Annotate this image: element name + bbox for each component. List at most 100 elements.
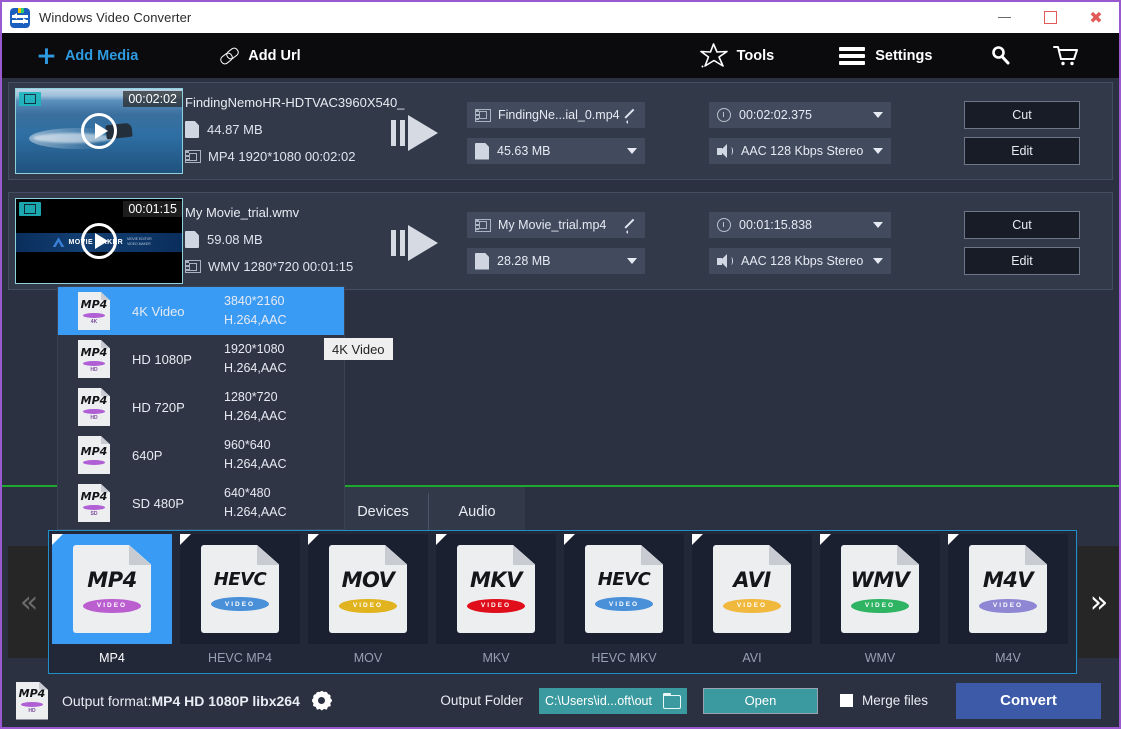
source-filename: My Movie_trial.wmv bbox=[185, 205, 353, 220]
play-button[interactable] bbox=[81, 223, 117, 259]
source-size: 59.08 MB bbox=[207, 232, 263, 247]
format-strip: MP4 VIDEO MP4 HEVC VIDEO HEVC MP4 bbox=[48, 530, 1077, 674]
format-card-hevc-mkv[interactable]: HEVC VIDEO HEVC MKV bbox=[564, 534, 684, 672]
add-url-button[interactable]: Add Url bbox=[220, 33, 300, 78]
preset-item-hd-720p[interactable]: MP4 HD HD 720P 1280*720 H.264,AAC bbox=[58, 383, 344, 431]
format-card-mp4[interactable]: MP4 VIDEO MP4 bbox=[52, 534, 172, 672]
preset-spec: 960*640 H.264,AAC bbox=[224, 436, 287, 475]
format-label: WMV bbox=[820, 651, 940, 665]
close-button[interactable]: ✖ bbox=[1073, 2, 1119, 33]
edit-pencil-icon[interactable] bbox=[624, 219, 637, 232]
format-ext-text: HEVC bbox=[598, 569, 651, 590]
preset-item-hd-1080p[interactable]: MP4 HD HD 1080P 1920*1080 H.264,AAC bbox=[58, 335, 344, 383]
file-icon: WMV VIDEO bbox=[841, 545, 919, 633]
settings-button[interactable]: Settings bbox=[839, 33, 932, 78]
format-tile: MKV VIDEO bbox=[436, 534, 556, 644]
file-icon: MP4 SD bbox=[78, 484, 110, 522]
output-duration-dropdown[interactable]: 00:02:02.375 bbox=[709, 102, 891, 128]
output-format-icon: MP4 HD bbox=[16, 682, 48, 720]
output-duration-dropdown[interactable]: 00:01:15.838 bbox=[709, 212, 891, 238]
output-audio-dropdown[interactable]: AAC 128 Kbps Stereo bbox=[709, 138, 891, 164]
format-card-mkv[interactable]: MKV VIDEO MKV bbox=[436, 534, 556, 672]
file-icon: MKV VIDEO bbox=[457, 545, 535, 633]
cart-icon bbox=[1053, 44, 1079, 68]
main-toolbar: + Add Media Add Url Tools Settings bbox=[2, 33, 1119, 78]
next-formats-button[interactable]: » bbox=[1078, 546, 1120, 658]
format-card-wmv[interactable]: WMV VIDEO WMV bbox=[820, 534, 940, 672]
add-media-button[interactable]: + Add Media bbox=[36, 33, 138, 78]
search-button[interactable] bbox=[987, 42, 1015, 70]
format-ext-text: MKV bbox=[470, 568, 522, 592]
format-tile: HEVC VIDEO bbox=[564, 534, 684, 644]
edit-pencil-icon[interactable] bbox=[624, 109, 637, 122]
preset-resolution: 1280*720 bbox=[224, 388, 287, 407]
format-card-hevc-mp4[interactable]: HEVC VIDEO HEVC MP4 bbox=[180, 534, 300, 672]
cut-button[interactable]: Cut bbox=[964, 211, 1080, 239]
source-filename: FindingNemoHR-HDTVAC3960X540_ bbox=[185, 95, 404, 110]
format-tile: WMV VIDEO bbox=[820, 534, 940, 644]
tools-label: Tools bbox=[737, 48, 775, 64]
video-thumbnail[interactable]: MOVIE MAKER MOVIE EDITORVIDEO MAKER 00:0… bbox=[15, 198, 183, 284]
format-card-mov[interactable]: MOV VIDEO MOV bbox=[308, 534, 428, 672]
output-path-field[interactable]: C:\Users\id...oft\out bbox=[539, 688, 687, 714]
cart-button[interactable] bbox=[1052, 42, 1080, 70]
folder-icon[interactable] bbox=[663, 693, 681, 708]
preset-spec: 1920*1080 H.264,AAC bbox=[224, 340, 287, 379]
film-badge-icon bbox=[19, 202, 41, 216]
add-url-label: Add Url bbox=[248, 48, 300, 64]
format-label: AVI bbox=[692, 651, 812, 665]
tools-button[interactable]: Tools bbox=[699, 33, 775, 78]
format-ext-text: M4V bbox=[983, 568, 1033, 592]
source-info: FindingNemoHR-HDTVAC3960X540_ 44.87 MB M… bbox=[185, 95, 404, 164]
cut-button[interactable]: Cut bbox=[964, 101, 1080, 129]
output-audio-dropdown[interactable]: AAC 128 Kbps Stereo bbox=[709, 248, 891, 274]
play-button[interactable] bbox=[81, 113, 117, 149]
source-size: 44.87 MB bbox=[207, 122, 263, 137]
output-name-field[interactable]: FindingNe...ial_0.mp4 bbox=[467, 102, 645, 128]
edit-button[interactable]: Edit bbox=[964, 137, 1080, 165]
source-spec-line: MP4 1920*1080 00:02:02 bbox=[185, 149, 404, 164]
maximize-button[interactable] bbox=[1027, 2, 1073, 33]
chevron-down-icon bbox=[873, 148, 883, 154]
media-row[interactable]: 00:02:02 FindingNemoHR-HDTVAC3960X540_ 4… bbox=[8, 82, 1113, 180]
preset-name: 640P bbox=[132, 448, 224, 463]
source-size-line: 59.08 MB bbox=[185, 231, 353, 248]
format-tile: MP4 VIDEO bbox=[52, 534, 172, 644]
output-name-field[interactable]: My Movie_trial.mp4 bbox=[467, 212, 645, 238]
output-size-dropdown[interactable]: 45.63 MB bbox=[467, 138, 645, 164]
preset-item-sd-480p[interactable]: MP4 SD SD 480P 640*480 H.264,AAC bbox=[58, 479, 344, 527]
output-format-text[interactable]: Output format:MP4 HD 1080P libx264 bbox=[62, 693, 300, 709]
format-pill: VIDEO bbox=[979, 599, 1037, 613]
preset-name: HD 720P bbox=[132, 400, 224, 415]
edit-button[interactable]: Edit bbox=[964, 247, 1080, 275]
tab-separator bbox=[428, 493, 429, 531]
convert-button[interactable]: Convert bbox=[956, 683, 1101, 719]
video-thumbnail[interactable]: 00:02:02 bbox=[15, 88, 183, 174]
thumbnail-duration: 00:01:15 bbox=[123, 201, 182, 217]
link-icon bbox=[220, 48, 239, 64]
preset-dropdown-menu[interactable]: MP4 4K 4K Video 3840*2160 H.264,AAC MP4 … bbox=[57, 286, 345, 530]
source-size-line: 44.87 MB bbox=[185, 121, 404, 138]
chevron-down-icon bbox=[873, 258, 883, 264]
merge-files-checkbox[interactable]: Merge files bbox=[840, 693, 928, 708]
preset-resolution: 640*480 bbox=[224, 484, 287, 503]
preset-item-4k-video[interactable]: MP4 4K 4K Video 3840*2160 H.264,AAC bbox=[58, 287, 344, 335]
format-card-avi[interactable]: AVI VIDEO AVI bbox=[692, 534, 812, 672]
preset-item-640p[interactable]: MP4 640P 960*640 H.264,AAC bbox=[58, 431, 344, 479]
document-icon bbox=[185, 231, 199, 248]
open-button[interactable]: Open bbox=[703, 688, 818, 714]
gear-icon[interactable] bbox=[312, 691, 332, 711]
checkbox-box[interactable] bbox=[840, 694, 853, 707]
output-size-dropdown[interactable]: 28.28 MB bbox=[467, 248, 645, 274]
format-pill: VIDEO bbox=[467, 599, 525, 613]
format-card-m4v[interactable]: M4V VIDEO M4V bbox=[948, 534, 1068, 672]
preset-resolution: 3840*2160 bbox=[224, 292, 287, 311]
format-ext-text: AVI bbox=[733, 568, 770, 592]
prev-formats-button[interactable]: « bbox=[8, 546, 50, 658]
minimize-button[interactable] bbox=[981, 2, 1027, 33]
preset-name: SD 480P bbox=[132, 496, 224, 511]
output-format-prefix: Output format: bbox=[62, 693, 151, 709]
media-row[interactable]: MOVIE MAKER MOVIE EDITORVIDEO MAKER 00:0… bbox=[8, 192, 1113, 290]
output-icon-tag: HD bbox=[28, 708, 35, 714]
chevron-down-icon bbox=[873, 222, 883, 228]
